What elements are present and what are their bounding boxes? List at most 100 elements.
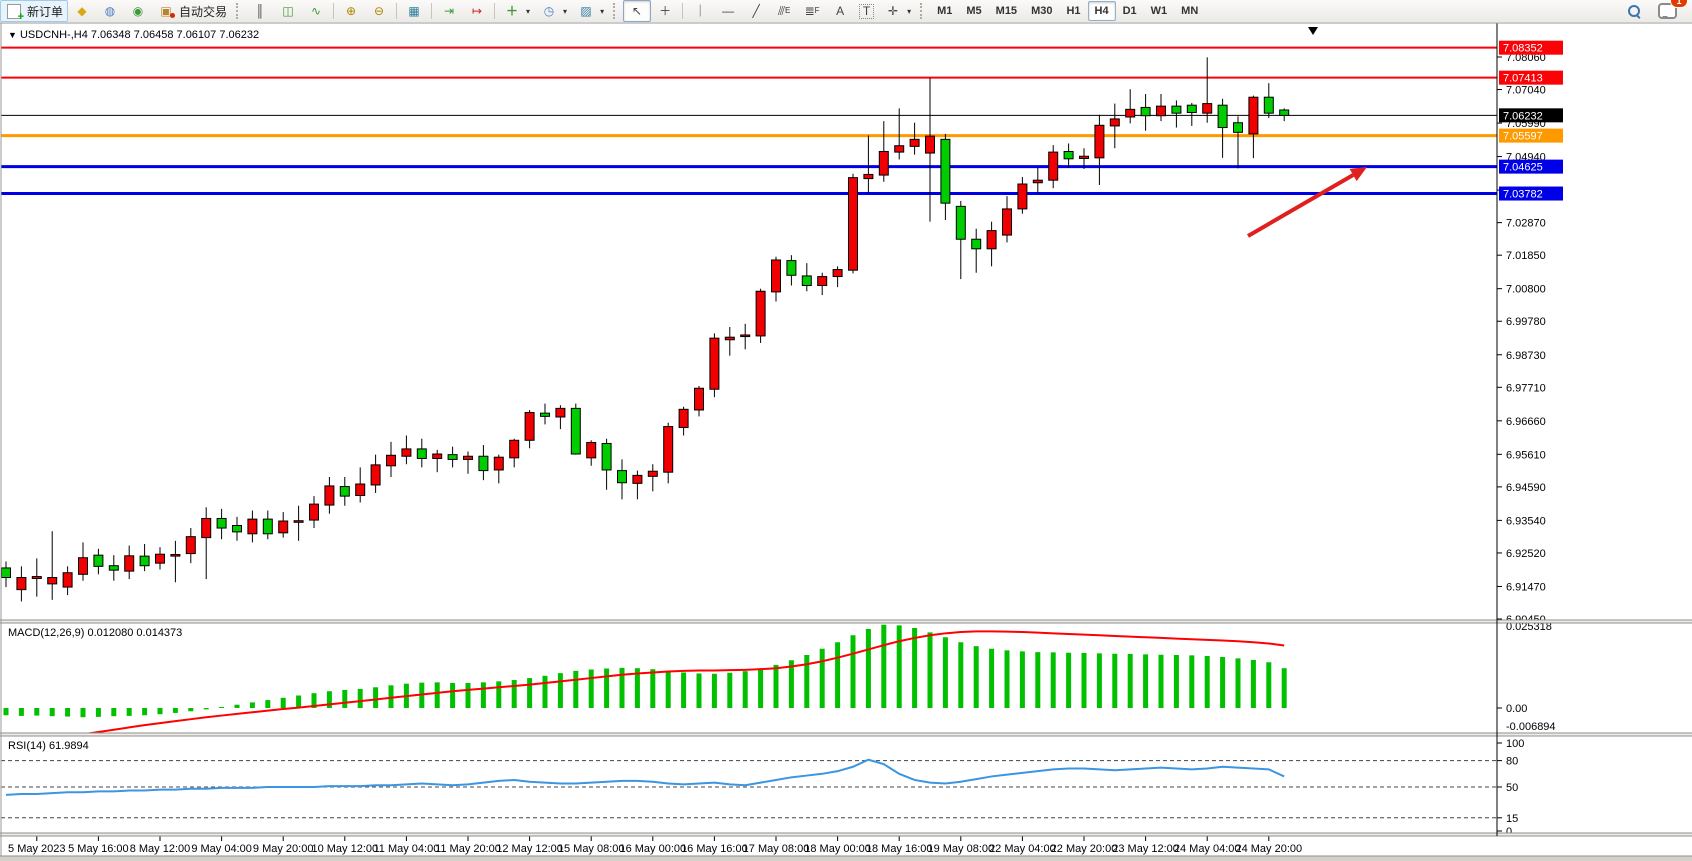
vertical-line-icon: ｜ (691, 3, 709, 19)
fibonacci-tool-button[interactable]: ≣F (798, 0, 826, 22)
macd-axis-label: 0.00 (1506, 703, 1527, 715)
date-label: 9 May 04:00 (191, 843, 252, 855)
mt4-terminal-window: { "toolbar": { "new_order": {"label": "新… (0, 0, 1692, 861)
horizontal-line-tool-button[interactable]: — (714, 0, 742, 22)
window-bottom-edge (0, 856, 1692, 861)
svg-text:6.98730: 6.98730 (1506, 350, 1546, 362)
chart-shift-button[interactable]: ↦ (463, 0, 491, 22)
new-order-button[interactable]: 新订单 (0, 0, 68, 22)
date-label: 10 May 12:00 (311, 843, 378, 855)
dropdown-arrow-icon: ▾ (907, 7, 911, 16)
indicators-button[interactable]: ＋▾ (498, 0, 535, 22)
price-badge: 7.04625 (1499, 160, 1563, 174)
terminal-button[interactable]: ◍ (96, 0, 124, 22)
autotrading-button[interactable]: ▣ 自动交易 (152, 0, 232, 22)
toolbar-grip[interactable] (613, 3, 619, 19)
chat-button[interactable]: 1 (1653, 0, 1682, 22)
bar-chart-button[interactable]: ║ (246, 0, 274, 22)
svg-text:6.91470: 6.91470 (1506, 581, 1546, 593)
chart-window: 7.080607.070407.059907.049407.038907.028… (0, 22, 1692, 861)
line-chart-button[interactable]: ∿ (302, 0, 330, 22)
toolbar-separator (396, 3, 397, 19)
toolbar-grip[interactable] (920, 3, 926, 19)
svg-text:6.97710: 6.97710 (1506, 382, 1546, 394)
toolbar-separator (494, 3, 495, 19)
trendline-icon: ╱ (747, 3, 765, 19)
candlestick-icon: ◫ (279, 3, 297, 19)
date-label: 11 May 04:00 (373, 843, 439, 855)
auto-scroll-icon: ⇥ (440, 3, 458, 19)
autotrading-label: 自动交易 (179, 3, 227, 20)
auto-scroll-button[interactable]: ⇥ (435, 0, 463, 22)
svg-text:6.92520: 6.92520 (1506, 548, 1546, 560)
new-order-label: 新订单 (27, 3, 63, 20)
date-label: 22 May 20:00 (1051, 843, 1118, 855)
horizontal-line-icon: — (719, 3, 737, 19)
price-badge: 7.08352 (1499, 41, 1563, 55)
text-tool-button[interactable]: A (826, 0, 854, 22)
tab-timeframe-h1[interactable]: H1 (1059, 1, 1087, 21)
svg-text:7.06232: 7.06232 (1503, 110, 1543, 122)
date-label: 18 May 00:00 (804, 843, 871, 855)
signals-button[interactable]: ◉ (124, 0, 152, 22)
tab-timeframe-w1[interactable]: W1 (1144, 1, 1175, 21)
zoom-out-icon: ⊖ (370, 3, 388, 19)
date-label: 9 May 20:00 (253, 843, 314, 855)
templates-button[interactable]: ▨▾ (572, 0, 609, 22)
symbol-info-line: ▼ USDCNH-,H4 7.06348 7.06458 7.06107 7.0… (8, 29, 259, 41)
trendline-tool-button[interactable]: ╱ (742, 0, 770, 22)
main-toolbar: 新订单 ◆ ◍ ◉ ▣ 自动交易 ║ ◫ ∿ ⊕ ⊖ ▦ ⇥ ↦ ＋▾ ◷▾ ▨… (0, 0, 1692, 23)
macd-pane[interactable] (1, 623, 1497, 733)
chart-shift-icon: ↦ (468, 3, 486, 19)
tab-timeframe-m30[interactable]: M30 (1024, 1, 1059, 21)
svg-text:7.00800: 7.00800 (1506, 284, 1546, 296)
svg-text:7.03782: 7.03782 (1503, 189, 1543, 201)
tab-timeframe-m15[interactable]: M15 (989, 1, 1024, 21)
cursor-tool-button[interactable]: ↖ (623, 0, 651, 22)
tab-timeframe-h4[interactable]: H4 (1088, 1, 1116, 21)
arrows-tool-button[interactable]: ✛▾ (879, 0, 916, 22)
periods-button[interactable]: ◷▾ (535, 0, 572, 22)
tab-timeframe-m5[interactable]: M5 (959, 1, 988, 21)
date-label: 17 May 08:00 (743, 843, 810, 855)
dropdown-arrow-icon: ▾ (526, 7, 530, 16)
tab-timeframe-d1[interactable]: D1 (1116, 1, 1144, 21)
candlestick-chart-button[interactable]: ◫ (274, 0, 302, 22)
tab-timeframe-mn[interactable]: MN (1174, 1, 1205, 21)
channel-tool-button[interactable]: ⫻E (770, 0, 798, 22)
zoom-out-button[interactable]: ⊖ (365, 0, 393, 22)
tile-windows-button[interactable]: ▦ (400, 0, 428, 22)
price-badge: 7.06232 (1499, 108, 1563, 122)
svg-text:7.02870: 7.02870 (1506, 218, 1546, 230)
tile-windows-icon: ▦ (405, 3, 423, 19)
svg-text:6.95610: 6.95610 (1506, 449, 1546, 461)
new-order-icon (5, 3, 23, 19)
search-button[interactable] (1623, 0, 1645, 22)
text-label-tool-button[interactable]: T (854, 0, 879, 22)
macd-indicator-label: MACD(12,26,9) 0.012080 0.014373 (8, 627, 182, 639)
toolbar-separator (333, 3, 334, 19)
one-click-expander-icon[interactable]: ▼ (8, 30, 17, 40)
toolbar-separator (431, 3, 432, 19)
signals-icon: ◉ (129, 3, 147, 19)
crosshair-icon: ＋ (656, 3, 674, 19)
dropdown-arrow-icon: ▾ (600, 7, 604, 16)
date-label: 5 May 2023 (8, 843, 65, 855)
crosshair-tool-button[interactable]: ＋ (651, 0, 679, 22)
date-label: 12 May 12:00 (496, 843, 563, 855)
toolbar-grip[interactable] (236, 3, 242, 19)
svg-text:7.07040: 7.07040 (1506, 85, 1546, 97)
equidistant-channel-icon: ⫻E (775, 3, 793, 19)
price-badge: 7.05597 (1499, 129, 1563, 143)
notification-badge: 1 (1670, 0, 1688, 8)
vertical-line-tool-button[interactable]: ｜ (686, 0, 714, 22)
zoom-in-button[interactable]: ⊕ (337, 0, 365, 22)
tab-timeframe-m1[interactable]: M1 (930, 1, 959, 21)
bar-chart-icon: ║ (251, 3, 269, 19)
rsi-axis-label: 50 (1506, 782, 1518, 794)
text-label-icon: T (859, 4, 874, 19)
date-label: 24 May 04:00 (1174, 843, 1241, 855)
metaeditor-button[interactable]: ◆ (68, 0, 96, 22)
svg-text:7.07413: 7.07413 (1503, 73, 1543, 85)
svg-text:6.96660: 6.96660 (1506, 416, 1546, 428)
